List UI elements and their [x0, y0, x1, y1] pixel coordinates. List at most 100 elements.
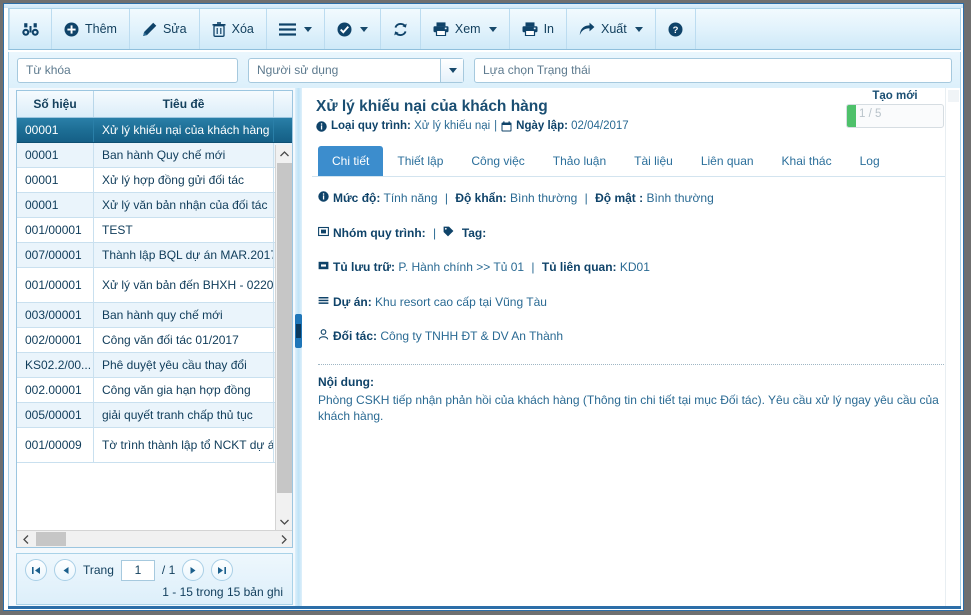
table-row[interactable]: KS02.2/00... Phê duyệt yêu cầu thay đổi — [17, 353, 292, 378]
table-row[interactable]: 007/00001Thành lập BQL dự án MAR.2017.01 — [17, 243, 292, 268]
delete-button[interactable]: Xóa — [200, 9, 267, 49]
column-header-code[interactable]: Số hiệu — [17, 91, 94, 117]
tab-công-việc[interactable]: Công việc — [457, 146, 538, 176]
table-row[interactable]: 00001 Xử lý hợp đồng gửi đối tác — [17, 168, 292, 193]
row-title: Phê duyệt yêu cầu thay đổi — [94, 353, 274, 377]
row-code: 007/00001 — [17, 243, 94, 267]
row-code: 005/00001 — [17, 403, 94, 427]
printer-icon — [522, 22, 538, 36]
prev-page-button[interactable] — [54, 559, 76, 581]
chevron-down-icon[interactable] — [440, 58, 463, 82]
secrecy-value: Bình thường — [646, 191, 714, 205]
approve-button[interactable] — [325, 9, 381, 49]
partner-value: Công ty TNHH ĐT & DV An Thành — [380, 329, 564, 344]
grid-hscroll-thumb[interactable] — [36, 532, 66, 546]
chevron-down-icon — [634, 26, 643, 32]
splitter-grip-icon[interactable] — [296, 324, 301, 338]
panel-splitter[interactable] — [295, 88, 302, 606]
column-header-spacer — [274, 91, 292, 117]
table-row[interactable]: 002/00001 Công văn đối tác 01/2017 — [17, 328, 292, 353]
scroll-up-icon[interactable] — [276, 145, 292, 162]
search-button[interactable] — [9, 9, 52, 49]
row-code: 001/00009 — [17, 428, 94, 462]
question-circle-icon: ? — [668, 22, 683, 37]
menu-button[interactable] — [267, 9, 325, 49]
table-row[interactable]: 001/00001 TEST — [17, 218, 292, 243]
table-row[interactable]: 00001 Xử lý văn bản nhận của đối tác — [17, 193, 292, 218]
user-select-input[interactable] — [248, 57, 464, 83]
tab-liên-quan[interactable]: Liên quan — [687, 146, 768, 176]
column-header-title[interactable]: Tiêu đề — [94, 91, 274, 117]
delete-label: Xóa — [231, 22, 254, 36]
help-button[interactable]: ? — [656, 9, 696, 49]
refresh-button[interactable] — [381, 9, 421, 49]
plus-circle-icon — [64, 22, 79, 37]
row-code: 001/00001 — [17, 268, 94, 302]
next-page-button[interactable] — [182, 559, 205, 581]
grid-header-row: Số hiệu Tiêu đề — [17, 91, 292, 118]
row-title: TEST — [94, 218, 274, 242]
tab-thảo-luận[interactable]: Thảo luận — [539, 146, 620, 176]
first-page-button[interactable] — [25, 559, 47, 581]
detail-scroll-thumb[interactable] — [948, 90, 959, 102]
printer-icon — [433, 22, 449, 36]
table-row[interactable]: 001/00001 Xử lý văn bản đến BHXH - 022017 — [17, 268, 292, 303]
table-row[interactable]: 002.00001 Công văn gia hạn hợp đồng — [17, 378, 292, 403]
created-date-value: 02/04/2017 — [571, 120, 629, 132]
project-value: Khu resort cao cấp tại Vũng Tàu — [375, 294, 547, 309]
pagination-bar: Trang / 1 1 - 15 trong 15 bản ghi — [16, 553, 293, 605]
add-button[interactable]: Thêm — [52, 9, 130, 49]
process-type-label: Loại quy trình: — [331, 120, 411, 132]
edit-button[interactable]: Sửa — [130, 9, 200, 49]
table-row[interactable]: 005/00001 giải quyết tranh chấp thủ tục — [17, 403, 292, 428]
table-row[interactable]: 00001 Xử lý khiếu nại của khách hàng — [17, 118, 292, 143]
related-cabinet-value: KD01 — [619, 260, 650, 275]
user-combo[interactable] — [248, 57, 464, 83]
list-panel: Số hiệu Tiêu đề 00001 Xử lý khiếu nại của … — [9, 88, 295, 606]
view-label: Xem — [454, 22, 481, 36]
application-window: Thêm Sửa Xóa Xem In Xuất? Số hiệuTiêu đề 0000… — [0, 0, 971, 615]
grid-scroll-thumb[interactable] — [277, 163, 292, 493]
layers-icon — [318, 295, 329, 306]
row-code: 00001 — [17, 193, 94, 217]
row-code: KS02.2/00... — [17, 353, 94, 377]
tab-chi-tiết[interactable]: Chi tiết — [318, 146, 384, 176]
row-title: Xử lý khiếu nại của khách hàng — [94, 118, 274, 142]
tab-thiết-lập[interactable]: Thiết lập — [383, 146, 457, 176]
trash-icon — [212, 21, 226, 37]
table-row[interactable]: 001/00009 Tờ trình thành lập tổ NCKT dự á… — [17, 428, 292, 463]
total-pages-label: / 1 — [161, 563, 176, 577]
detail-row-project: Dự án: Khu resort cao cấp tại Vũng Tàu — [318, 295, 944, 311]
keyword-input[interactable] — [17, 57, 238, 83]
tab-tài-liệu[interactable]: Tài liệu — [620, 146, 687, 176]
binoculars-icon — [22, 22, 39, 37]
detail-row-level: Mức độ: Tính năng | Độ khẩn: Bình thường… — [318, 191, 944, 207]
status-select-input[interactable] — [474, 57, 952, 83]
urgency-value: Bình thường — [510, 191, 578, 205]
export-button[interactable]: Xuất — [567, 9, 656, 49]
view-button[interactable]: Xem — [421, 9, 510, 49]
grid-horizontal-scrollbar[interactable] — [17, 530, 292, 547]
table-row[interactable]: 003/00001 Ban hành quy chế mới — [17, 303, 292, 328]
tab-log[interactable]: Log — [846, 146, 894, 176]
group-label: Nhóm quy trình: — [333, 225, 426, 240]
progress-track: 1 / 5 — [846, 104, 944, 128]
last-page-button[interactable] — [211, 559, 234, 581]
table-row[interactable]: 00001 Ban hành Quy chế mới — [17, 143, 292, 168]
row-code: 00001 — [17, 118, 94, 142]
page-number-input[interactable] — [120, 559, 155, 581]
add-label: Thêm — [85, 22, 117, 36]
grid-vertical-scrollbar[interactable] — [275, 145, 292, 530]
print-button[interactable]: In — [510, 9, 568, 49]
tab-khai-thác[interactable]: Khai thác — [768, 146, 846, 176]
progress-text: 1 / 5 — [859, 108, 882, 120]
detail-vertical-scrollbar[interactable] — [945, 88, 960, 606]
hamburger-icon — [278, 22, 296, 36]
sitemap-icon — [318, 226, 329, 237]
cabinet-label: Tủ lưu trữ: — [333, 260, 396, 275]
scroll-left-icon[interactable] — [17, 531, 34, 547]
tag-icon — [443, 226, 454, 237]
scroll-down-icon[interactable] — [276, 513, 292, 530]
scroll-right-icon[interactable] — [275, 531, 292, 547]
row-code: 001/00001 — [17, 218, 94, 242]
